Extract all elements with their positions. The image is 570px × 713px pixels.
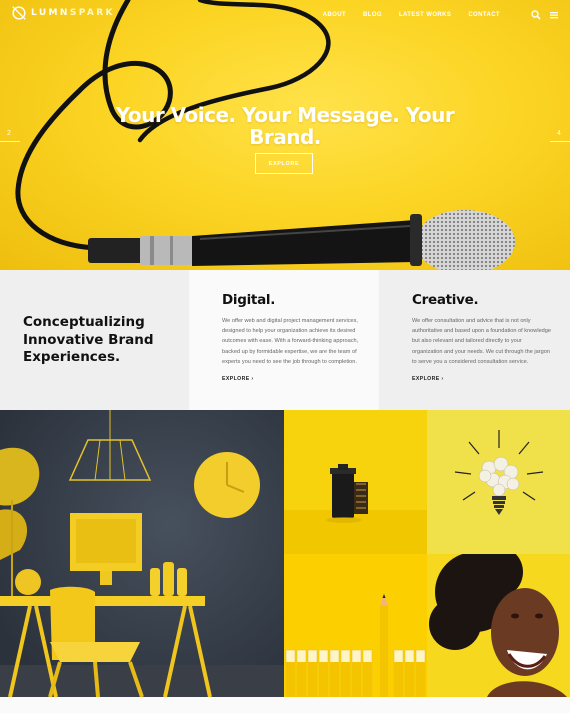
- hero-slider: LUMNSPARK ABOUT BLOG LATEST WORKS CONTAC…: [0, 0, 570, 270]
- service-card-creative: Creative. We offer consultation and advi…: [379, 270, 570, 410]
- logo-text-part2: SPARK: [69, 8, 115, 18]
- page: LUMNSPARK ABOUT BLOG LATEST WORKS CONTAC…: [0, 0, 570, 713]
- lightbulb-idea-image: [427, 410, 570, 554]
- gallery-image-portrait[interactable]: [427, 554, 570, 697]
- prev-slide-number[interactable]: 2: [7, 130, 11, 137]
- prev-slide-line: [0, 141, 20, 142]
- top-navigation: LUMNSPARK ABOUT BLOG LATEST WORKS CONTAC…: [0, 0, 570, 32]
- service-title: Digital.: [222, 292, 276, 308]
- next-slide-number[interactable]: 4: [557, 130, 561, 137]
- next-slide-line: [550, 141, 570, 142]
- hamburger-menu-icon[interactable]: [549, 10, 559, 20]
- logo[interactable]: LUMNSPARK: [10, 4, 115, 22]
- hero-title: Your Voice. Your Message. Your Brand.: [115, 103, 455, 149]
- nav-item-about[interactable]: ABOUT: [323, 12, 346, 18]
- gallery-image-desk[interactable]: [0, 410, 284, 697]
- service-explore-link[interactable]: EXPLORE ›: [222, 376, 254, 382]
- hero-explore-button[interactable]: EXPLORE: [255, 153, 313, 174]
- footer-strip: [0, 697, 570, 713]
- nav-item-blog[interactable]: BLOG: [363, 12, 382, 18]
- nav-links: ABOUT BLOG LATEST WORKS CONTACT: [323, 12, 500, 18]
- search-icon[interactable]: [531, 10, 541, 20]
- service-title: Creative.: [412, 292, 479, 308]
- logo-mark-icon: [12, 6, 26, 20]
- service-card-digital: Digital. We offer web and digital projec…: [189, 270, 379, 410]
- desk-scene-image: [0, 410, 284, 697]
- film-roll-image: [284, 410, 427, 554]
- logo-text-part1: LUMN: [31, 8, 70, 18]
- logo-text: LUMNSPARK: [31, 8, 115, 18]
- smiling-woman-image: [427, 554, 570, 697]
- nav-item-latest-works[interactable]: LATEST WORKS: [399, 12, 451, 18]
- gallery-image-film[interactable]: [284, 410, 427, 554]
- service-description: We offer web and digital project managem…: [222, 318, 359, 365]
- service-explore-link[interactable]: EXPLORE ›: [412, 376, 444, 382]
- gallery-image-pencils[interactable]: [284, 554, 427, 697]
- pencils-image: [284, 554, 427, 697]
- service-description: We offer consultation and advice that is…: [412, 318, 552, 365]
- gallery-image-bulb[interactable]: [427, 410, 570, 554]
- nav-item-contact[interactable]: CONTACT: [468, 12, 500, 18]
- intro-tagline: Conceptualizing Innovative Brand Experie…: [23, 314, 154, 365]
